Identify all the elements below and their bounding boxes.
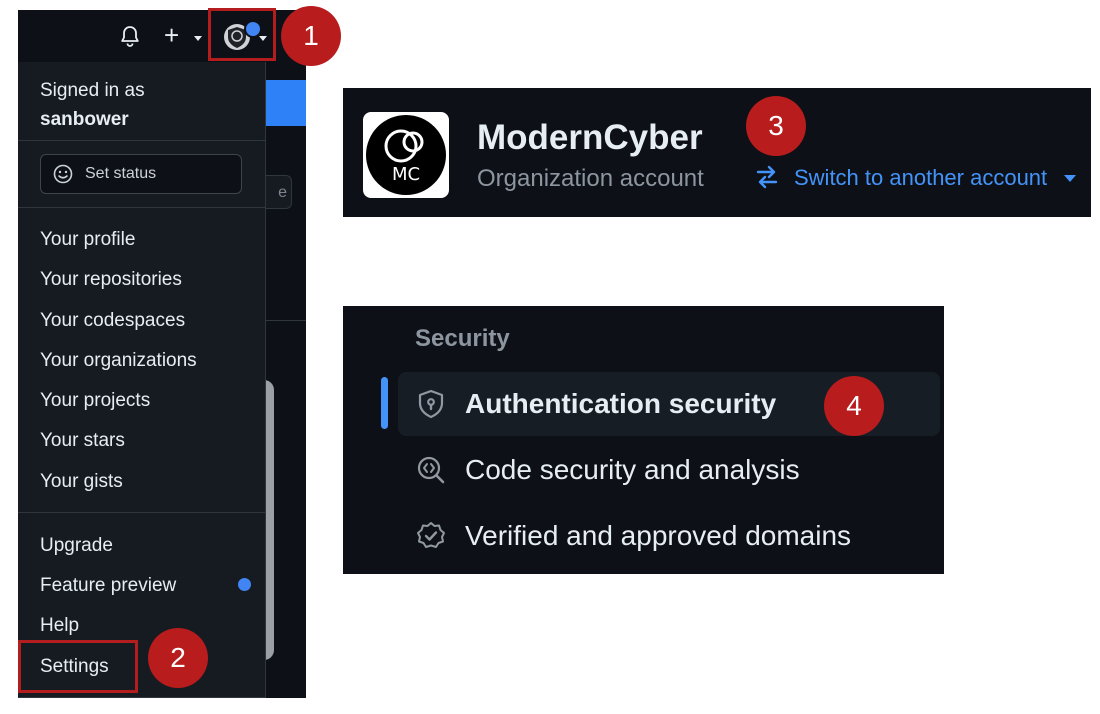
organization-logo-image: MC [366,115,446,195]
organization-type: Organization account [477,165,704,192]
signed-in-info: Signed in as sanbower [40,76,145,134]
menu-item-your-stars[interactable]: Your stars [40,429,125,453]
menu-item-your-organizations[interactable]: Your organizations [40,349,197,373]
active-nav-indicator [381,377,388,429]
create-new-button[interactable]: + [164,20,179,50]
menu-item-your-codespaces[interactable]: Your codespaces [40,309,185,333]
user-menu-panel: + e Signed in as sanbower Set status You… [18,10,306,698]
highlight-box-avatar [208,8,276,61]
menu-item-your-repositories[interactable]: Your repositories [40,268,182,292]
menu-item-your-projects[interactable]: Your projects [40,389,150,413]
annotation-badge-3: 3 [746,96,806,156]
switch-account-link[interactable]: Switch to another account [794,164,1047,192]
set-status-button[interactable]: Set status [40,154,242,194]
user-dropdown-menu: Signed in as sanbower Set status Your pr… [18,62,266,698]
signed-in-prefix: Signed in as [40,80,145,101]
annotation-badge-1: 1 [281,6,341,66]
menu-item-help[interactable]: Help [40,614,79,638]
annotation-badge-4: 4 [824,376,884,436]
create-caret-icon[interactable] [194,36,202,41]
chevron-down-icon[interactable] [1064,175,1076,182]
bell-icon[interactable] [118,24,142,48]
feature-preview-dot [238,578,251,591]
annotation-badge-2: 2 [148,628,208,688]
organization-logo: MC [363,112,449,198]
menu-divider [18,140,266,141]
background-divider [266,320,306,321]
nav-item-verified-and-approved-domains[interactable]: Verified and approved domains [415,516,935,556]
menu-item-your-profile[interactable]: Your profile [40,228,135,252]
nav-item-code-security-and-analysis[interactable]: Code security and analysis [415,450,935,490]
menu-item-feature-preview[interactable]: Feature preview [40,574,176,598]
arrow-switch-icon[interactable] [755,164,779,190]
background-banner [266,80,306,126]
menu-divider [18,207,266,208]
security-section-title: Security [415,325,510,352]
security-settings-nav: Security Authentication security Code se… [343,306,944,574]
highlight-box-settings [18,640,138,693]
codescan-icon [417,456,445,484]
nav-item-label: Authentication security [465,388,777,419]
verified-icon [417,522,445,548]
nav-item-label: Code security and analysis [465,454,800,485]
set-status-label: Set status [85,165,157,182]
menu-item-upgrade[interactable]: Upgrade [40,534,113,558]
menu-item-your-gists[interactable]: Your gists [40,470,123,494]
organization-name: ModernCyber [477,118,703,157]
organization-header: MC ModernCyber Organization account Swit… [343,88,1091,217]
svg-text:MC: MC [392,164,420,185]
shield-lock-icon [418,389,444,419]
username: sanbower [40,109,129,130]
nav-item-label: Verified and approved domains [465,520,852,551]
smiley-icon [53,164,73,184]
menu-divider [18,512,266,513]
